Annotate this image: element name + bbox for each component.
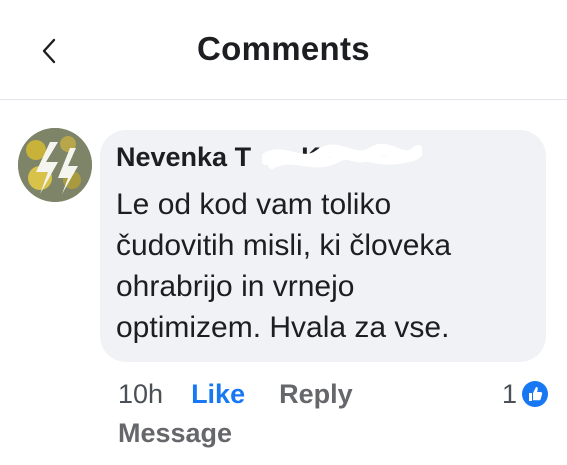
like-button[interactable]: Like: [191, 379, 245, 410]
header: Comments: [0, 0, 567, 100]
reaction-summary[interactable]: 1: [502, 374, 549, 414]
redaction-scribble: [262, 143, 422, 169]
avatar[interactable]: [18, 128, 92, 202]
comment-text: Le od kod vam toliko čudovitih misli, ki…: [116, 188, 452, 344]
avatar-image: [18, 128, 92, 202]
reply-button[interactable]: Reply: [279, 379, 353, 410]
comment-time[interactable]: 10h: [118, 379, 163, 410]
author-name: Nevenka T: [116, 142, 252, 172]
message-button[interactable]: Message: [118, 418, 232, 449]
comment-actions: 10h Like Reply: [118, 374, 353, 414]
comments-screen: Comments Nevenka TK Le od kod vam toliko…: [0, 0, 567, 465]
reaction-count: 1: [501, 378, 517, 409]
thumbs-up-icon: [522, 381, 548, 407]
page-title: Comments: [197, 30, 370, 67]
comment-bubble: Nevenka TK Le od kod vam toliko čudoviti…: [100, 130, 546, 362]
